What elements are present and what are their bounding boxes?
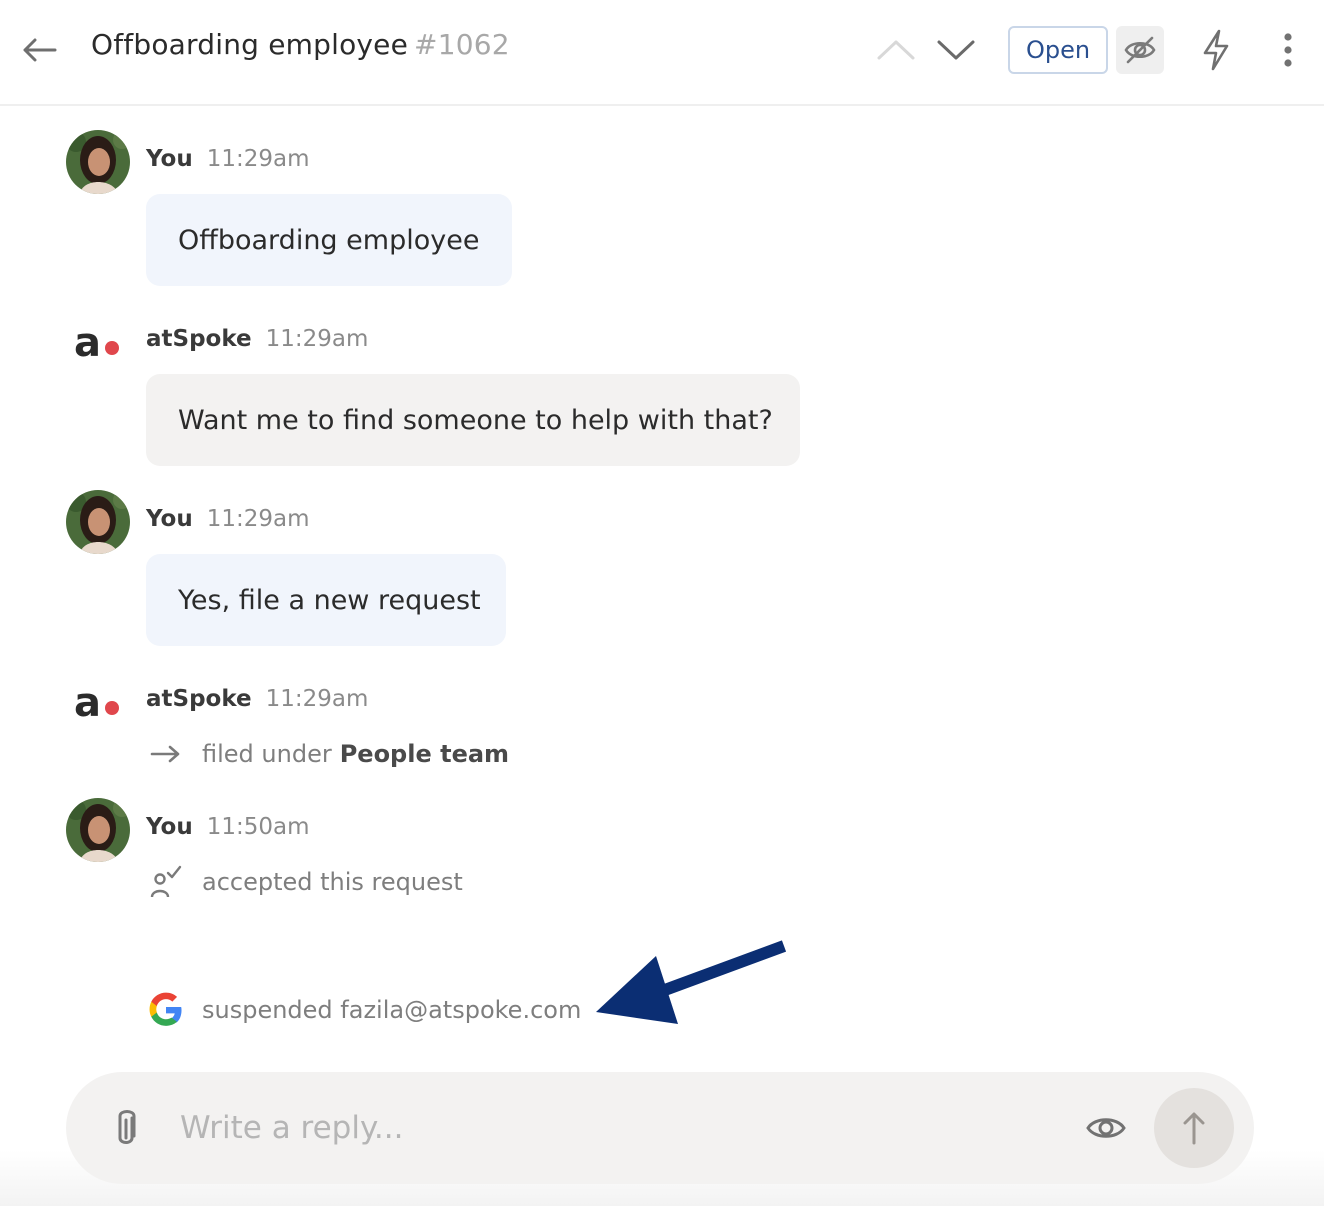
message-meta: You 11:29am [146,146,310,172]
back-button[interactable] [18,30,60,70]
message-time: 11:50am [206,814,310,840]
user-check-icon [146,862,186,902]
arrow-left-icon [23,38,57,62]
message-time: 11:29am [206,506,310,532]
reply-composer [66,1072,1254,1184]
event-text: accepted this request [202,868,463,896]
ticket-title: Offboarding employee [91,28,409,61]
message-meta: You 11:29am [146,506,310,532]
attach-button[interactable] [102,1104,150,1152]
atspoke-logo: a [74,678,134,726]
event-text: suspended fazila@atspoke.com [202,996,582,1024]
arrow-up-icon [1183,1112,1205,1145]
google-icon [146,990,186,1030]
google-suspend-event: suspended fazila@atspoke.com [146,990,581,1030]
message-author: You [146,814,193,840]
quick-actions-button[interactable] [1192,26,1240,74]
status-button[interactable]: Open [1008,26,1108,74]
private-toggle-button[interactable] [1116,26,1164,74]
eye-icon [1086,1118,1126,1138]
ticket-number: #1062 [414,28,510,61]
message-bubble: Offboarding employee [146,194,512,286]
message-time: 11:29am [265,686,369,712]
message-author: atSpoke [146,686,252,712]
message-meta: atSpoke 11:29am [146,686,368,712]
previous-ticket-button[interactable] [874,30,918,70]
eye-off-icon [1124,36,1156,64]
message-bubble: Want me to find someone to help with tha… [146,374,800,466]
reply-input[interactable] [180,1100,1060,1156]
chevron-down-icon [937,40,975,60]
message-time: 11:29am [265,326,369,352]
event-text: filed under [202,740,332,768]
message-meta: atSpoke 11:29am [146,326,368,352]
send-button[interactable] [1154,1088,1234,1168]
avatar [66,490,130,554]
next-ticket-button[interactable] [934,30,978,70]
accepted-event: accepted this request [146,862,463,902]
more-options-button[interactable] [1266,26,1310,74]
svg-text:a: a [74,680,101,726]
chevron-up-icon [877,40,915,60]
svg-text:a: a [74,320,101,366]
atspoke-logo: a [74,318,134,366]
more-vertical-icon [1284,33,1292,67]
arrow-right-icon [146,734,186,774]
message-author: You [146,506,193,532]
avatar [66,798,130,862]
lightning-icon [1203,29,1229,71]
visibility-toggle-button[interactable] [1080,1104,1132,1152]
filed-under-event: filed under People team [146,734,509,774]
message-author: You [146,146,193,172]
message-author: atSpoke [146,326,252,352]
team-link[interactable]: People team [340,740,509,768]
page-title: Offboarding employee #1062 [91,28,510,61]
message-bubble: Yes, file a new request [146,554,506,646]
annotation-arrow-icon [596,940,787,1024]
paperclip-icon [118,1110,136,1144]
ticket-header: Offboarding employee #1062 Open [0,0,1324,106]
message-meta: You 11:50am [146,814,310,840]
avatar [66,130,130,194]
message-time: 11:29am [206,146,310,172]
